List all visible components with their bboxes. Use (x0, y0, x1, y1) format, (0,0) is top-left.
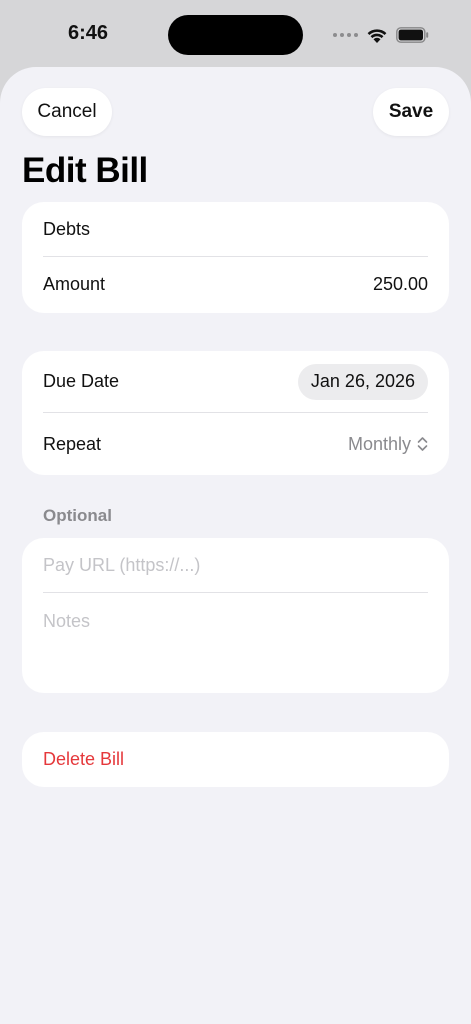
pay-url-placeholder: Pay URL (https://...) (43, 554, 201, 575)
bill-name-value: Debts (43, 218, 91, 239)
edit-bill-sheet: Cancel Save Edit Bill Debts Amount 250.0… (0, 67, 471, 1024)
battery-icon (396, 27, 429, 43)
amount-label: Amount (43, 274, 106, 294)
wifi-icon (367, 28, 387, 43)
due-date-row: Due Date Jan 26, 2026 (43, 351, 428, 413)
due-date-picker[interactable]: Jan 26, 2026 (297, 363, 428, 400)
amount-field[interactable]: 250.00 (373, 274, 428, 295)
bill-details-card: Debts Amount 250.00 (22, 202, 449, 313)
amount-row[interactable]: Amount 250.00 (43, 257, 428, 312)
repeat-value: Monthly (347, 433, 411, 454)
optional-card: Pay URL (https://...) Notes (22, 538, 449, 693)
pay-url-input[interactable]: Pay URL (https://...) (43, 538, 428, 593)
delete-card: Delete Bill (22, 732, 449, 787)
repeat-label: Repeat (43, 433, 102, 454)
save-button[interactable]: Save (373, 88, 449, 136)
notes-input[interactable]: Notes (43, 593, 428, 649)
optional-section-header: Optional (43, 506, 112, 525)
due-date-label: Due Date (43, 371, 120, 391)
repeat-row[interactable]: Repeat Monthly (43, 413, 428, 475)
status-bar: 6:46 (0, 0, 471, 68)
page-title: Edit Bill (22, 151, 148, 190)
cellular-signal-icon (333, 33, 358, 37)
bill-name-field[interactable]: Debts (43, 202, 428, 257)
status-time: 6:46 (68, 22, 109, 44)
notes-placeholder: Notes (43, 610, 91, 631)
chevron-up-down-icon (417, 437, 428, 451)
schedule-card: Due Date Jan 26, 2026 Repeat Monthly (22, 351, 449, 475)
cancel-button[interactable]: Cancel (22, 88, 112, 136)
repeat-picker[interactable]: Monthly (348, 434, 428, 455)
delete-bill-label: Delete Bill (43, 749, 125, 769)
status-icons (333, 24, 429, 46)
delete-bill-button[interactable]: Delete Bill (43, 732, 428, 787)
dynamic-island (168, 15, 303, 55)
